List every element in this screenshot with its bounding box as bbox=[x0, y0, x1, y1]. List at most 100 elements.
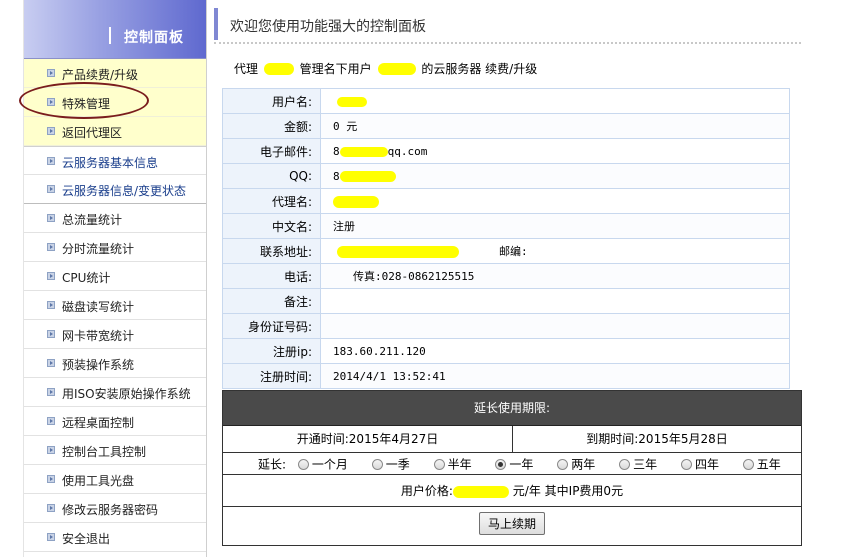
table-row: 备注: bbox=[222, 288, 790, 314]
extend-period-panel: 延长使用期限: 开通时间:2015年4月27日 到期时间:2015年5月28日 … bbox=[222, 390, 802, 546]
redaction-mark bbox=[339, 146, 388, 157]
user-price-row: 用户价格: 元/年 其中IP费用0元 bbox=[223, 475, 801, 507]
radio-four-years[interactable] bbox=[680, 459, 692, 470]
radio-two-years[interactable] bbox=[557, 459, 569, 470]
sidebar-item-hourly-traffic[interactable]: 分时流量统计 bbox=[24, 233, 206, 262]
sidebar-item-special-management[interactable]: 特殊管理 bbox=[24, 88, 206, 117]
sidebar-item-nic-bandwidth-stats[interactable]: 网卡带宽统计 bbox=[24, 320, 206, 349]
radio-one-year[interactable] bbox=[495, 459, 507, 470]
redaction-mark bbox=[263, 62, 294, 75]
sidebar-item-logout[interactable]: 安全退出 bbox=[24, 523, 206, 552]
sidebar-item-server-basic-info[interactable]: 云服务器基本信息 bbox=[24, 146, 206, 175]
email-label: 电子邮件: bbox=[222, 138, 321, 164]
extend-period-options: 延长: 一个月 一季 半年 一年 两年 三年 四年 五年 bbox=[223, 453, 801, 475]
bullet-icon bbox=[47, 533, 55, 541]
amount-value: 0 元 bbox=[320, 113, 790, 139]
sidebar-item-back-to-agent[interactable]: 返回代理区 bbox=[24, 117, 206, 146]
sidebar-item-label: 安全退出 bbox=[62, 532, 111, 546]
sidebar-item-label: 特殊管理 bbox=[62, 97, 111, 111]
sidebar-item-label: 云服务器信息/变更状态 bbox=[62, 184, 187, 198]
bullet-icon bbox=[47, 446, 55, 454]
sidebar-item-cpu-stats[interactable]: CPU统计 bbox=[24, 262, 206, 291]
bullet-icon bbox=[47, 214, 55, 222]
sidebar-item-iso-install-os[interactable]: 用ISO安装原始操作系统 bbox=[24, 378, 206, 407]
chinese-name-label: 中文名: bbox=[222, 213, 321, 239]
sidebar-item-label: 控制台工具控制 bbox=[62, 445, 147, 459]
bullet-icon bbox=[47, 98, 55, 106]
bullet-icon bbox=[47, 388, 55, 396]
sidebar-item-total-traffic[interactable]: 总流量统计 bbox=[24, 204, 206, 233]
register-time-value: 2014/4/1 13:52:41 bbox=[320, 363, 790, 389]
price-label: 用户价格: bbox=[400, 484, 453, 498]
table-row: 代理名: bbox=[222, 188, 790, 214]
sidebar-item-change-password[interactable]: 修改云服务器密码 bbox=[24, 494, 206, 523]
bullet-icon bbox=[47, 504, 55, 512]
title-accent-bar bbox=[214, 8, 218, 40]
sidebar-item-label: 返回代理区 bbox=[62, 126, 123, 140]
note-value bbox=[320, 288, 790, 314]
address-label: 联系地址: bbox=[222, 238, 321, 264]
table-row: 金额: 0 元 bbox=[222, 113, 790, 139]
table-row: 注册ip: 183.60.211.120 bbox=[222, 338, 790, 364]
idcard-value bbox=[320, 313, 790, 339]
phone-label: 电话: bbox=[222, 263, 321, 289]
agent-name-label: 代理名: bbox=[222, 188, 321, 214]
sidebar-item-label: 修改云服务器密码 bbox=[62, 503, 159, 517]
qq-prefix: 8 bbox=[333, 169, 340, 183]
qq-label: QQ: bbox=[222, 163, 321, 189]
title-divider bbox=[214, 42, 801, 44]
chinese-name-value: 注册 bbox=[320, 213, 790, 239]
option-label: 一年 bbox=[509, 457, 534, 472]
page-title: 欢迎您使用功能强大的控制面板 bbox=[230, 19, 426, 35]
bullet-icon bbox=[47, 301, 55, 309]
option-label: 一季 bbox=[385, 457, 410, 472]
table-row: 身份证号码: bbox=[222, 313, 790, 339]
sidebar-item-label: 网卡带宽统计 bbox=[62, 329, 135, 343]
user-info-table: 用户名: 金额: 0 元 电子邮件: 8 qq.com QQ: 8 代理名: 中文… bbox=[222, 88, 790, 389]
username-label: 用户名: bbox=[222, 88, 321, 114]
service-dates-row: 开通时间:2015年4月27日 到期时间:2015年5月28日 bbox=[223, 426, 801, 453]
sidebar-item-label: 总流量统计 bbox=[62, 213, 123, 227]
table-row: 注册时间: 2014/4/1 13:52:41 bbox=[222, 363, 790, 389]
sidebar-item-label: 使用工具光盘 bbox=[62, 474, 135, 488]
bullet-icon bbox=[47, 330, 55, 338]
table-row: 电子邮件: 8 qq.com bbox=[222, 138, 790, 164]
bullet-icon bbox=[47, 272, 55, 280]
sidebar: 控制面板 产品续费/升级 特殊管理 返回代理区 云服务器基本信息 云服务器信息/… bbox=[23, 0, 207, 557]
email-value: 8 qq.com bbox=[320, 138, 790, 164]
table-row: QQ: 8 bbox=[222, 163, 790, 189]
sidebar-item-renew-upgrade[interactable]: 产品续费/升级 bbox=[24, 59, 206, 88]
sidebar-item-label: 产品续费/升级 bbox=[62, 68, 139, 82]
sidebar-item-preinstall-os[interactable]: 预装操作系统 bbox=[24, 349, 206, 378]
extend-header: 延长使用期限: bbox=[223, 391, 801, 426]
redaction-mark bbox=[337, 246, 459, 258]
bullet-icon bbox=[47, 185, 55, 193]
sidebar-item-tools-disc[interactable]: 使用工具光盘 bbox=[24, 465, 206, 494]
sidebar-item-disk-io-stats[interactable]: 磁盘读写统计 bbox=[24, 291, 206, 320]
redaction-mark bbox=[377, 62, 416, 75]
sidebar-item-label: 云服务器基本信息 bbox=[62, 156, 159, 170]
radio-three-years[interactable] bbox=[619, 459, 631, 470]
expire-date-cell: 到期时间:2015年5月28日 bbox=[513, 426, 801, 452]
sidebar-item-console-tools[interactable]: 控制台工具控制 bbox=[24, 436, 206, 465]
renew-now-button[interactable]: 马上续期 bbox=[478, 512, 545, 535]
radio-one-quarter[interactable] bbox=[371, 459, 383, 470]
sidebar-item-label: 预装操作系统 bbox=[62, 358, 135, 372]
redaction-mark bbox=[339, 171, 396, 182]
option-label: 一个月 bbox=[311, 457, 348, 472]
sidebar-header: 控制面板 bbox=[24, 0, 206, 59]
radio-five-years[interactable] bbox=[742, 459, 754, 470]
table-row: 用户名: bbox=[222, 88, 790, 114]
sidebar-title: 控制面板 bbox=[124, 30, 184, 46]
sidebar-item-server-info-status[interactable]: 云服务器信息/变更状态 bbox=[24, 175, 206, 204]
bullet-icon bbox=[47, 475, 55, 483]
username-value bbox=[320, 88, 790, 114]
radio-one-month[interactable] bbox=[297, 459, 309, 470]
table-row: 电话: 传真:028-0862125515 bbox=[222, 263, 790, 289]
sidebar-item-remote-desktop[interactable]: 远程桌面控制 bbox=[24, 407, 206, 436]
radio-half-year[interactable] bbox=[433, 459, 445, 470]
sidebar-item-label: CPU统计 bbox=[62, 271, 111, 285]
expire-date-value: 2015年5月28日 bbox=[638, 432, 728, 446]
note-label: 备注: bbox=[222, 288, 321, 314]
phone-value: 传真:028-0862125515 bbox=[320, 263, 790, 289]
